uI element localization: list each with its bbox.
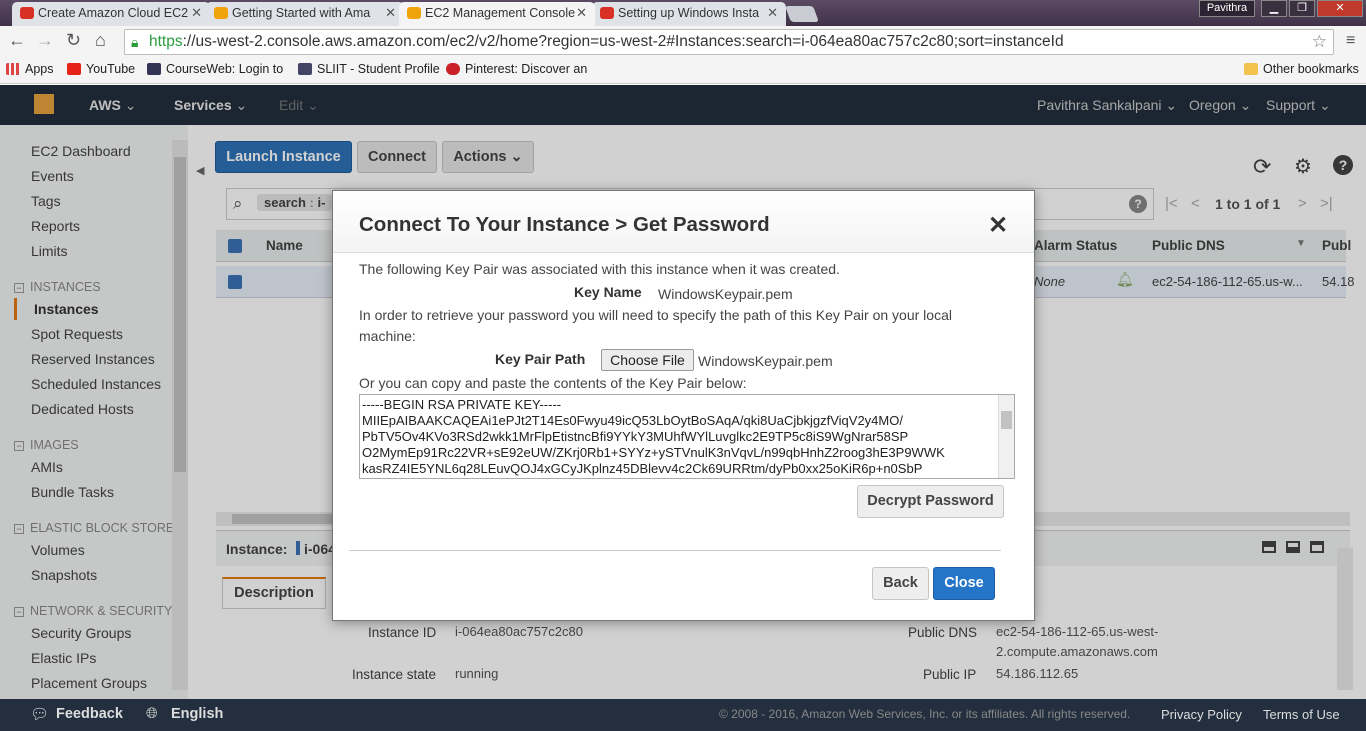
aws-icon: [214, 7, 228, 19]
browser-tab-strip: Create Amazon Cloud EC2 ✕ Getting Starte…: [0, 0, 1366, 26]
close-tab-icon[interactable]: ✕: [191, 2, 202, 24]
browser-tab[interactable]: Setting up Windows Insta ✕: [592, 2, 786, 26]
dialog-divider: [349, 550, 1001, 551]
home-icon[interactable]: ⌂: [95, 30, 106, 51]
bookmark-apps[interactable]: Apps: [6, 62, 54, 76]
back-button[interactable]: Back: [872, 567, 929, 600]
apps-grid-icon: [6, 63, 20, 75]
bookmark-courseweb[interactable]: CourseWeb: Login to: [147, 62, 283, 76]
bookmarks-bar: Apps YouTube CourseWeb: Login to SLIIT -…: [0, 58, 1366, 84]
globe-icon: 🌐︎: [146, 706, 158, 722]
bookmark-label: YouTube: [86, 62, 136, 76]
bookmark-star-icon[interactable]: ☆: [1312, 30, 1327, 54]
get-password-dialog: Connect To Your Instance > Get Password …: [332, 190, 1035, 621]
private-key-textarea[interactable]: -----BEGIN RSA PRIVATE KEY----- MIIEpAIB…: [359, 394, 1015, 479]
textarea-scroll-thumb[interactable]: [1001, 411, 1012, 429]
url-text: ://us-west-2.console.aws.amazon.com/ec2/…: [182, 33, 1064, 50]
textarea-scrollbar[interactable]: [998, 395, 1014, 478]
window-close-icon[interactable]: ✕: [1317, 0, 1363, 17]
reload-icon[interactable]: ↻: [66, 30, 81, 51]
instructions-line1: In order to retrieve your password you w…: [359, 307, 952, 323]
instructions-line2: machine:: [359, 328, 416, 344]
bookmark-label: Apps: [25, 62, 54, 76]
youtube-icon: [600, 7, 614, 19]
browser-menu-icon[interactable]: ≡: [1346, 32, 1355, 50]
copyright-text: © 2008 - 2016, Amazon Web Services, Inc.…: [719, 707, 1131, 721]
youtube-icon: [20, 7, 34, 19]
maximize-icon[interactable]: ❐: [1289, 0, 1315, 17]
bookmark-sliit[interactable]: SLIIT - Student Profile: [298, 62, 440, 76]
key-name-value: WindowsKeypair.pem: [658, 286, 793, 302]
key-pair-intro: The following Key Pair was associated wi…: [359, 261, 840, 277]
lock-icon: 🔒︎: [131, 34, 139, 50]
browser-tab-active[interactable]: EC2 Management Console ✕: [399, 2, 595, 26]
window-profile-name[interactable]: Pavithra: [1199, 0, 1255, 17]
folder-icon: [1244, 63, 1258, 75]
close-tab-icon[interactable]: ✕: [385, 2, 396, 24]
paste-instructions: Or you can copy and paste the contents o…: [359, 375, 747, 391]
chosen-file-name: WindowsKeypair.pem: [698, 353, 833, 369]
browser-tab[interactable]: Create Amazon Cloud EC2 ✕: [12, 2, 210, 26]
bookmark-pinterest[interactable]: Pinterest: Discover an: [446, 62, 587, 76]
decrypt-password-button[interactable]: Decrypt Password: [857, 485, 1004, 518]
bookmark-label: Pinterest: Discover an: [465, 62, 588, 76]
other-bookmarks[interactable]: Other bookmarks: [1244, 62, 1359, 76]
bookmark-youtube[interactable]: YouTube: [67, 62, 135, 76]
back-arrow-icon[interactable]: ←: [8, 30, 26, 51]
tab-label: EC2 Management Console: [425, 6, 576, 20]
close-button[interactable]: Close: [933, 567, 995, 600]
dialog-header: Connect To Your Instance > Get Password …: [333, 191, 1034, 253]
feedback-link[interactable]: Feedback: [56, 706, 123, 722]
minimize-icon[interactable]: ▁: [1261, 0, 1287, 17]
address-bar[interactable]: 🔒︎ https://us-west-2.console.aws.amazon.…: [124, 29, 1334, 55]
tab-label: Getting Started with Ama: [232, 6, 371, 20]
key-name-label: Key Name: [574, 284, 642, 300]
tab-label: Setting up Windows Insta: [618, 6, 760, 20]
key-pair-path-label: Key Pair Path: [495, 351, 586, 367]
url-scheme: https: [149, 33, 183, 50]
sliit-icon: [298, 63, 312, 75]
close-icon[interactable]: ✕: [988, 211, 1008, 240]
terms-of-use-link[interactable]: Terms of Use: [1263, 707, 1340, 722]
new-tab-button[interactable]: [785, 6, 819, 22]
courseweb-icon: [147, 63, 161, 75]
choose-file-button[interactable]: Choose File: [601, 349, 694, 371]
aws-icon: [407, 7, 421, 19]
close-tab-icon[interactable]: ✕: [576, 2, 587, 24]
language-link[interactable]: English: [171, 706, 223, 722]
feedback-icon: 💬︎: [30, 706, 50, 723]
forward-arrow-icon[interactable]: →: [36, 30, 54, 51]
privacy-policy-link[interactable]: Privacy Policy: [1161, 707, 1242, 722]
bookmark-label: CourseWeb: Login to: [166, 62, 284, 76]
footer: 💬︎ Feedback 🌐︎ English © 2008 - 2016, Am…: [0, 699, 1366, 731]
browser-tab[interactable]: Getting Started with Ama ✕: [206, 2, 404, 26]
tab-label: Create Amazon Cloud EC2: [38, 6, 189, 20]
youtube-icon: [67, 63, 81, 75]
bookmark-label: SLIIT - Student Profile: [317, 62, 440, 76]
dialog-title: Connect To Your Instance > Get Password: [359, 213, 770, 236]
bookmark-label: Other bookmarks: [1263, 62, 1359, 76]
pinterest-icon: [446, 63, 460, 75]
close-tab-icon[interactable]: ✕: [767, 2, 778, 24]
